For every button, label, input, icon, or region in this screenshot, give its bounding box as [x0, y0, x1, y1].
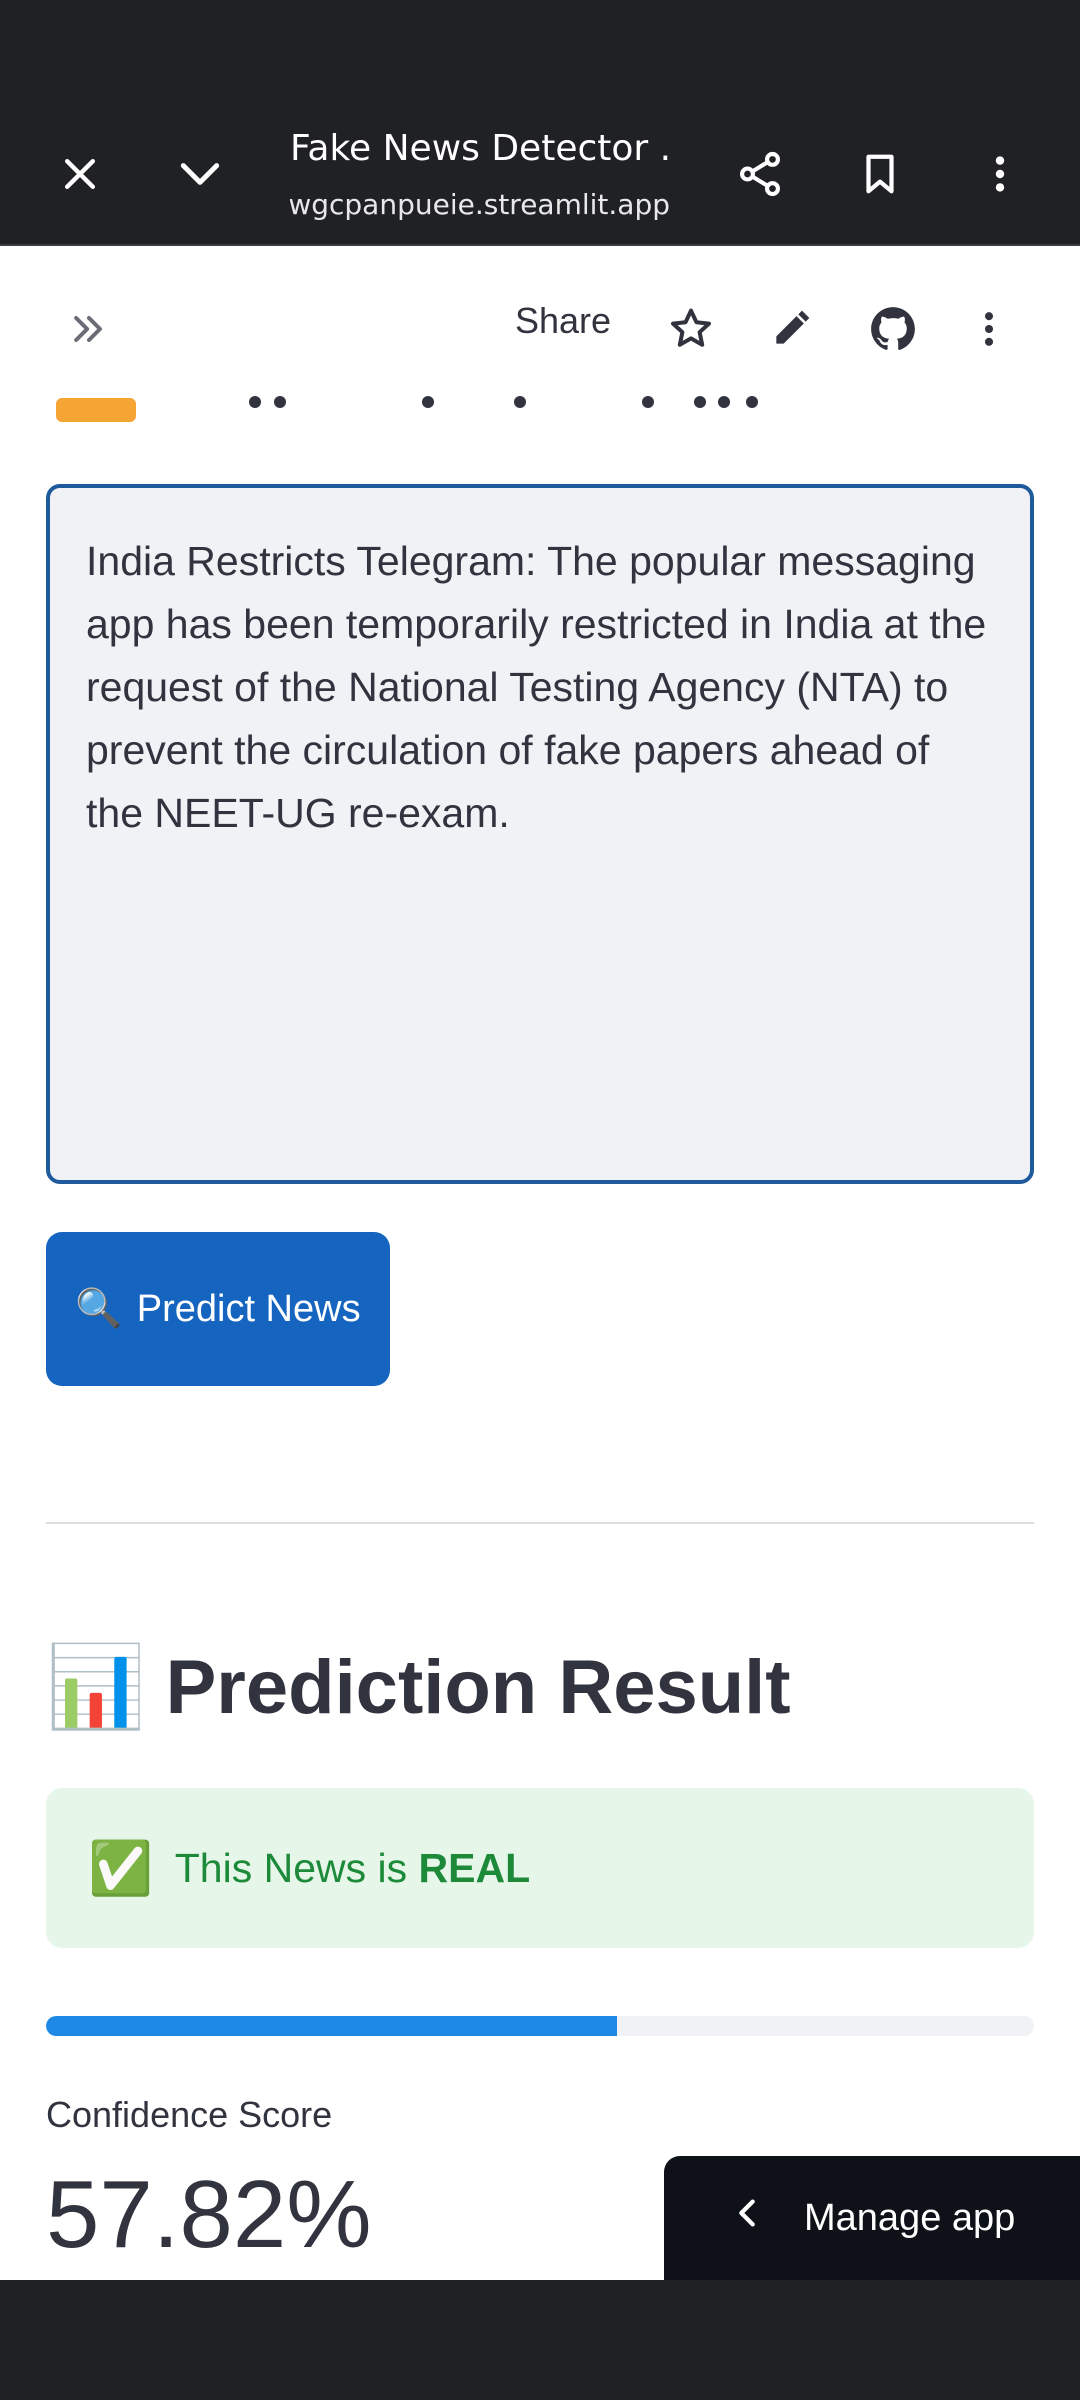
divider — [46, 1522, 1034, 1524]
scrolled-title-remnant — [0, 384, 1080, 424]
browser-toolbar: Fake News Detector ... wgcpanpueie.strea… — [0, 0, 1080, 246]
manage-app-button[interactable]: Manage app — [664, 2156, 1080, 2280]
search-icon: 🔍 — [75, 1288, 123, 1330]
more-vertical-icon[interactable] — [960, 134, 1040, 214]
result-heading: 📊 Prediction Result — [46, 1640, 791, 1734]
page-title: Fake News Detector ... — [290, 128, 670, 169]
system-navigation-bar — [0, 2280, 1080, 2400]
confidence-progress-bar — [46, 2016, 1034, 2036]
chevron-down-icon[interactable] — [160, 134, 240, 214]
confidence-value: 57.82% — [46, 2161, 372, 2268]
check-mark-icon: ✅ — [88, 1838, 153, 1899]
alert-prefix: This News is — [174, 1844, 419, 1891]
confidence-progress-fill — [46, 2016, 618, 2036]
more-vertical-icon[interactable] — [954, 294, 1024, 364]
bookmark-icon[interactable] — [840, 134, 920, 214]
confidence-label: Confidence Score — [46, 2094, 333, 2135]
manage-app-label: Manage app — [804, 2196, 1016, 2239]
alert-verdict: REAL — [418, 1844, 531, 1891]
result-title: Prediction Result — [165, 1644, 791, 1730]
star-icon[interactable] — [656, 294, 726, 364]
predict-button-label: Predict News — [136, 1287, 361, 1330]
chevron-left-icon — [730, 2196, 764, 2240]
close-icon[interactable] — [40, 134, 120, 214]
expand-sidebar-icon[interactable] — [54, 294, 124, 364]
share-icon[interactable] — [720, 134, 800, 214]
predict-news-button[interactable]: 🔍 Predict News — [46, 1232, 390, 1386]
share-link[interactable]: Share — [515, 300, 611, 342]
page-url: wgcpanpueie.streamlit.app — [290, 188, 670, 221]
github-icon[interactable] — [858, 294, 928, 364]
news-text-input[interactable]: India Restricts Telegram: The popular me… — [46, 484, 1034, 1184]
success-alert: ✅ This News is REAL — [46, 1788, 1034, 1948]
bar-chart-icon: 📊 — [46, 1640, 146, 1733]
alert-message: This News is REAL — [175, 1845, 530, 1892]
edit-icon[interactable] — [756, 294, 826, 364]
